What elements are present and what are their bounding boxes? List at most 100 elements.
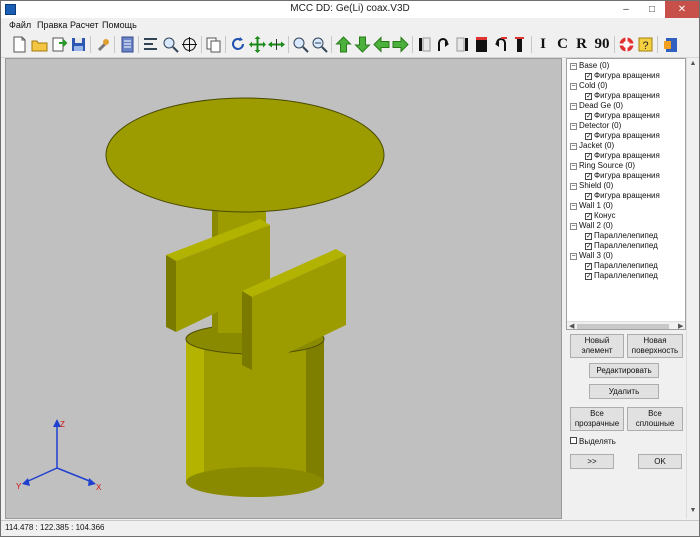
object-tree[interactable]: − Base (0) ✓ Фигура вращения − Cold (0) ✓ Фи… <box>566 58 686 330</box>
import-icon[interactable] <box>50 35 69 54</box>
all-transparent-button[interactable]: Все прозрачные <box>570 407 624 431</box>
tree-leaf[interactable]: ✓ Параллелепипед <box>585 241 658 251</box>
tree-node[interactable]: − Wall 2 (0) <box>570 221 613 231</box>
checkbox-icon[interactable]: ✓ <box>585 233 592 240</box>
checkbox-icon[interactable]: ✓ <box>585 133 592 140</box>
tree-horizontal-scrollbar[interactable]: ◀ ▶ <box>567 321 685 329</box>
3d-viewport[interactable]: Z Y X <box>5 58 562 519</box>
checkbox-icon[interactable]: ✓ <box>585 243 592 250</box>
save-icon[interactable] <box>69 35 88 54</box>
menu-file[interactable]: Файл <box>9 20 31 30</box>
collapse-icon[interactable]: − <box>570 63 577 70</box>
maximize-button[interactable]: □ <box>639 1 665 18</box>
checkbox-icon[interactable]: ✓ <box>585 173 592 180</box>
menu-calc[interactable]: Расчет <box>70 20 99 30</box>
text-button-c[interactable]: C <box>555 35 570 54</box>
checkbox-icon[interactable]: ✓ <box>585 263 592 270</box>
collapse-icon[interactable]: − <box>570 223 577 230</box>
menu-edit[interactable]: Правка <box>37 20 67 30</box>
view-bottom-icon[interactable] <box>510 35 529 54</box>
tree-node[interactable]: − Wall 1 (0) <box>570 201 613 211</box>
scroll-down-icon[interactable]: ▼ <box>687 507 699 514</box>
tree-node[interactable]: − Wall 3 (0) <box>570 251 613 261</box>
select-zoom-icon[interactable] <box>161 35 180 54</box>
export-icon[interactable] <box>662 35 681 54</box>
rotate-ccw-icon[interactable] <box>434 35 453 54</box>
all-solid-button[interactable]: Все сплошные <box>627 407 683 431</box>
collapse-icon[interactable]: − <box>570 253 577 260</box>
scale-icon[interactable] <box>141 35 160 54</box>
highlight-checkbox[interactable] <box>570 437 577 444</box>
document-icon[interactable] <box>118 35 137 54</box>
tree-node[interactable]: − Ring Source (0) <box>570 161 635 171</box>
arrow-up-icon[interactable] <box>334 35 353 54</box>
collapse-icon[interactable]: − <box>570 203 577 210</box>
tree-leaf[interactable]: ✓ Конус <box>585 211 615 221</box>
tree-leaf[interactable]: ✓ Фигура вращения <box>585 131 660 141</box>
top-disk[interactable] <box>105 97 385 213</box>
tree-node[interactable]: − Shield (0) <box>570 181 613 191</box>
crosshair-icon[interactable] <box>180 35 199 54</box>
collapse-icon[interactable]: − <box>570 183 577 190</box>
tree-leaf[interactable]: ✓ Параллелепипед <box>585 271 658 281</box>
checkbox-icon[interactable]: ✓ <box>585 73 592 80</box>
help-icon[interactable]: ? <box>636 35 655 54</box>
checkbox-icon[interactable]: ✓ <box>585 273 592 280</box>
tree-node[interactable]: − Jacket (0) <box>570 141 614 151</box>
collapse-icon[interactable]: − <box>570 103 577 110</box>
tree-node[interactable]: − Dead Ge (0) <box>570 101 623 111</box>
checkbox-icon[interactable]: ✓ <box>585 93 592 100</box>
view-top-icon[interactable] <box>472 35 491 54</box>
new-surface-button[interactable]: Новая поверхность <box>627 334 683 358</box>
ok-button[interactable]: OK <box>638 454 682 469</box>
minimize-button[interactable]: – <box>613 1 639 18</box>
zoom-out-icon[interactable] <box>310 35 329 54</box>
scroll-thumb[interactable] <box>577 324 669 329</box>
scroll-up-icon[interactable]: ▲ <box>687 60 699 67</box>
lifebuoy-icon[interactable] <box>617 35 636 54</box>
zoom-in-icon[interactable] <box>291 35 310 54</box>
arrow-right-icon[interactable] <box>391 35 410 54</box>
tree-leaf[interactable]: ✓ Фигура вращения <box>585 71 660 81</box>
tree-node[interactable]: − Detector (0) <box>570 121 621 131</box>
fit-width-icon[interactable] <box>267 35 286 54</box>
edit-button[interactable]: Редактировать <box>589 363 659 378</box>
vertical-scrollbar[interactable]: ▲ ▼ <box>686 58 699 519</box>
new-element-button[interactable]: Новый элемент <box>570 334 624 358</box>
tree-leaf[interactable]: ✓ Фигура вращения <box>585 151 660 161</box>
tree-leaf[interactable]: ✓ Параллелепипед <box>585 261 658 271</box>
checkbox-icon[interactable]: ✓ <box>585 193 592 200</box>
collapse-icon[interactable]: − <box>570 83 577 90</box>
new-file-icon[interactable] <box>10 35 29 54</box>
tree-leaf[interactable]: ✓ Фигура вращения <box>585 91 660 101</box>
arrow-down-icon[interactable] <box>353 35 372 54</box>
menu-help[interactable]: Помощь <box>102 20 137 30</box>
collapse-icon[interactable]: − <box>570 123 577 130</box>
view-front-icon[interactable] <box>415 35 434 54</box>
text-button-90[interactable]: 90 <box>593 35 611 54</box>
tree-node[interactable]: − Base (0) <box>570 61 609 71</box>
wrench-icon[interactable] <box>94 35 113 54</box>
close-button[interactable]: ✕ <box>665 1 699 18</box>
tree-leaf[interactable]: ✓ Параллелепипед <box>585 231 658 241</box>
checkbox-icon[interactable]: ✓ <box>585 113 592 120</box>
open-folder-icon[interactable] <box>30 35 49 54</box>
tree-leaf[interactable]: ✓ Фигура вращения <box>585 191 660 201</box>
copy-icon[interactable] <box>204 35 223 54</box>
highlight-checkbox-row[interactable]: Выделять <box>570 437 616 446</box>
tree-node[interactable]: − Cold (0) <box>570 81 607 91</box>
scroll-right-icon[interactable]: ▶ <box>678 322 683 329</box>
checkbox-icon[interactable]: ✓ <box>585 153 592 160</box>
next-button[interactable]: >> <box>570 454 614 469</box>
tree-leaf[interactable]: ✓ Фигура вращения <box>585 171 660 181</box>
rotate-cw-icon[interactable] <box>491 35 510 54</box>
tree-leaf[interactable]: ✓ Фигура вращения <box>585 111 660 121</box>
collapse-icon[interactable]: − <box>570 163 577 170</box>
move-icon[interactable] <box>248 35 267 54</box>
checkbox-icon[interactable]: ✓ <box>585 213 592 220</box>
text-button-i[interactable]: I <box>536 35 550 54</box>
arrow-left-icon[interactable] <box>372 35 391 54</box>
view-side-icon[interactable] <box>453 35 472 54</box>
rotate-icon[interactable] <box>229 35 248 54</box>
text-button-r[interactable]: R <box>574 35 589 54</box>
